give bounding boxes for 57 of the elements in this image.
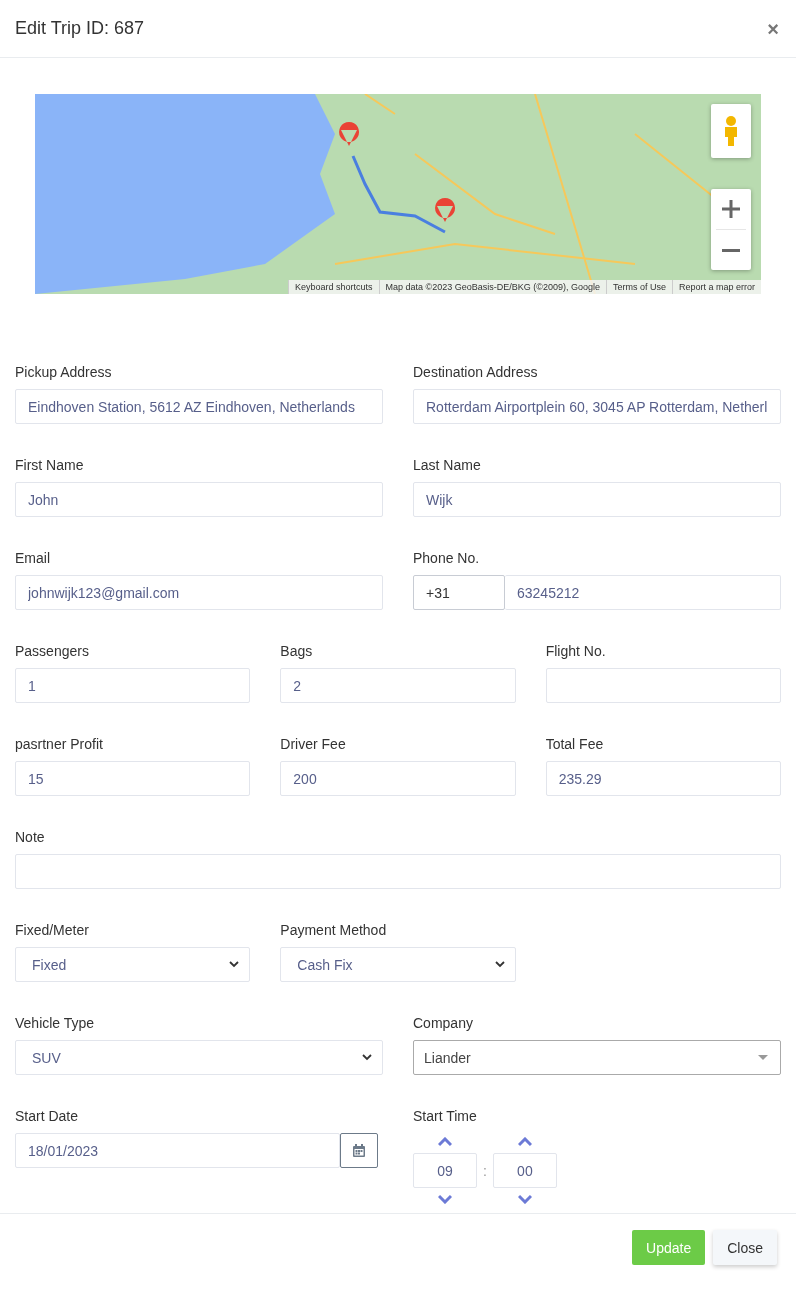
map-attribution[interactable]: Keyboard shortcuts (288, 280, 379, 294)
dropdown[interactable]: Cash Fix (280, 947, 516, 982)
field-label: Phone No. (413, 549, 480, 567)
field-label: Passengers (15, 642, 89, 660)
input-field[interactable]: 2 (280, 668, 516, 703)
field-label: Payment Method (280, 921, 387, 939)
date-field[interactable]: 18/01/2023 (15, 1133, 340, 1168)
minutes-field[interactable]: 00 (492, 1153, 557, 1188)
chevron-down-icon (494, 961, 505, 968)
field-label: Bags (280, 642, 313, 660)
field-label: Company (413, 1014, 473, 1032)
field-label: First Name (15, 456, 84, 474)
field-label: Vehicle Type (15, 1014, 95, 1032)
person-icon (723, 116, 739, 146)
dialog-title: Edit Trip ID: 687 (15, 18, 145, 39)
field-label: Start Time (413, 1107, 477, 1125)
input-field[interactable]: John (15, 482, 383, 517)
dropdown[interactable]: SUV (15, 1040, 383, 1075)
field-label: Note (15, 828, 45, 846)
input-field[interactable] (545, 668, 781, 703)
calendar-button[interactable] (340, 1133, 378, 1168)
map-attribution[interactable]: Terms of Use (605, 280, 672, 294)
input-field[interactable] (15, 854, 781, 889)
caret-icon (758, 1055, 768, 1060)
input-field[interactable]: johnwijk123@gmail.com (15, 575, 383, 610)
input-field[interactable]: Eindhoven Station, 5612 AZ Eindhoven, Netherlands (15, 389, 383, 424)
input-field[interactable]: 235.29 (545, 761, 781, 796)
field-label: Fixed/Meter (15, 921, 89, 939)
close-button[interactable]: Close (713, 1230, 777, 1265)
map-attribution[interactable]: Report a map error (671, 280, 761, 294)
combo-box[interactable]: Liander (413, 1040, 781, 1075)
chevron-down-icon (362, 1054, 372, 1061)
hours-field[interactable]: 09 (413, 1153, 477, 1188)
field-label: Total Fee (545, 735, 604, 753)
calendar-icon (353, 1144, 365, 1157)
chevron-down-icon (229, 961, 240, 968)
field-label: Email (15, 549, 50, 567)
country-code-field[interactable]: +31 (413, 575, 505, 610)
input-field[interactable]: 200 (280, 761, 516, 796)
field-label: Pickup Address (15, 363, 112, 381)
input-field[interactable]: 1 (15, 668, 251, 703)
input-field[interactable]: Wijk (413, 482, 781, 517)
time-separator: : (483, 1162, 487, 1179)
close-button[interactable]: × (765, 18, 781, 39)
dropdown[interactable]: Fixed (15, 947, 251, 982)
field-label: Start Date (15, 1107, 79, 1125)
input-field[interactable]: Rotterdam Airportplein 60, 3045 AP Rotterdam, Netherl (413, 389, 781, 424)
phone-field[interactable]: 63245212 (505, 575, 781, 610)
field-label: Flight No. (545, 642, 606, 660)
field-label: Destination Address (413, 363, 538, 381)
field-label: pasrtner Profit (15, 735, 103, 753)
plus-icon (722, 200, 740, 218)
field-label: Driver Fee (280, 735, 346, 753)
minus-icon (722, 248, 740, 252)
map-attribution: Map data ©2023 GeoBasis-DE/BKG (©2009), Google (378, 280, 606, 294)
field-label: Last Name (413, 456, 481, 474)
input-field[interactable]: 15 (15, 761, 251, 796)
